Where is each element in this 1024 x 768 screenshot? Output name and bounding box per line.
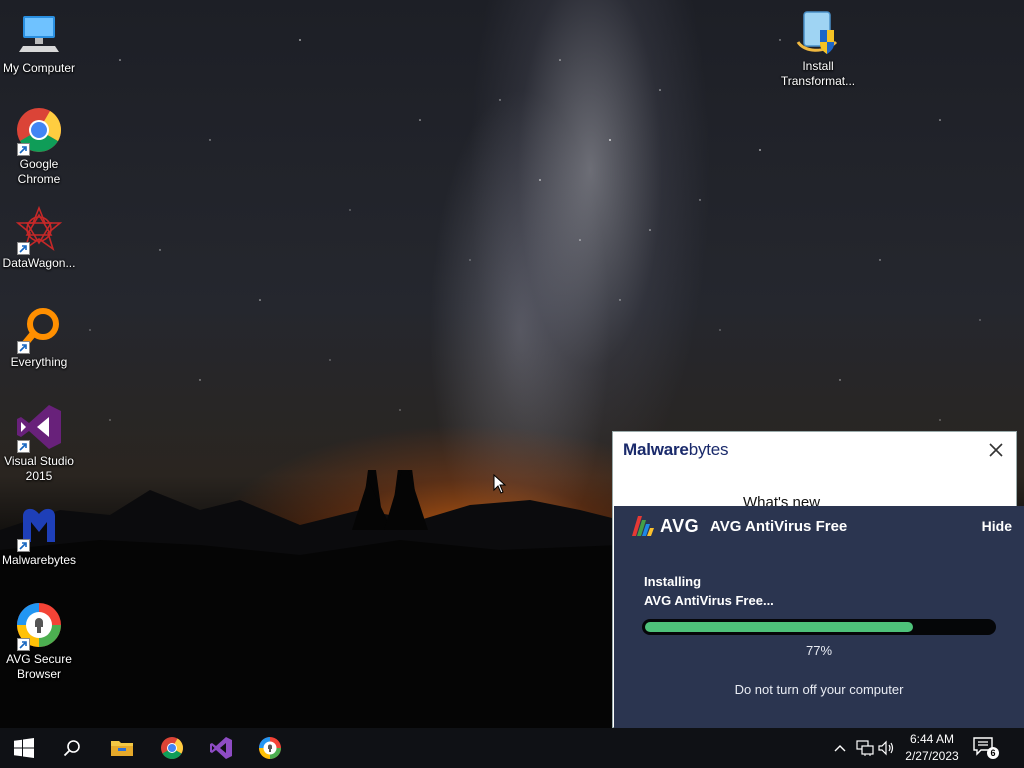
install-progress-fill <box>645 622 913 632</box>
desktop-icon-label: Malwarebytes <box>1 553 77 567</box>
malwarebytes-icon <box>15 502 63 552</box>
clock-date: 2/27/2023 <box>905 749 959 763</box>
shortcut-arrow-icon <box>17 143 30 156</box>
desktop-icon-label: Install Transformat... <box>780 59 856 88</box>
desktop-icon-datawagon[interactable]: DataWagon... <box>0 205 78 271</box>
desktop-icon-everything[interactable]: Everything <box>0 304 78 370</box>
everything-search-icon <box>15 304 63 354</box>
volume-icon[interactable] <box>877 738 897 758</box>
avg-header: AVG AVG AntiVirus Free Hide <box>614 506 1024 546</box>
installer-shield-icon <box>794 8 842 56</box>
avg-title: AVG AntiVirus Free <box>710 518 848 535</box>
mouse-cursor-icon <box>493 474 507 494</box>
install-status-line1: Installing <box>644 574 702 589</box>
desktop-icon-label: Everything <box>10 355 68 369</box>
desktop-icon-google-chrome[interactable]: Google Chrome <box>0 106 78 187</box>
chevron-up-icon[interactable] <box>830 738 850 758</box>
avg-installer-panel: AVG AVG AntiVirus Free Hide Installing A… <box>614 506 1024 728</box>
shortcut-arrow-icon <box>17 638 30 651</box>
desktop-icon-malwarebytes[interactable]: Malwarebytes <box>0 502 78 568</box>
action-center-icon[interactable]: 6 <box>972 736 1002 760</box>
install-status-line2: AVG AntiVirus Free... <box>644 593 774 608</box>
taskbar: 6:44 AM 2/27/2023 6 <box>0 728 1024 768</box>
taskbar-clock[interactable]: 6:44 AM 2/27/2023 <box>898 731 966 765</box>
chrome-icon[interactable] <box>148 728 196 768</box>
desktop-icon-install-transformation[interactable]: Install Transformat... <box>779 8 857 89</box>
desktop-icon-label: My Computer <box>2 61 76 75</box>
desktop-icon-label: Visual Studio 2015 <box>4 454 74 483</box>
avg-secure-browser-icon[interactable] <box>246 728 294 768</box>
windows-start-icon[interactable] <box>0 728 48 768</box>
network-icon[interactable] <box>855 738 875 758</box>
file-explorer-icon[interactable] <box>98 728 146 768</box>
desktop-icon-label: DataWagon... <box>2 256 76 270</box>
desktop-icon-label: AVG Secure Browser <box>6 652 72 681</box>
desktop-icon-visual-studio[interactable]: Visual Studio 2015 <box>0 403 78 484</box>
desktop-icon-label: Google Chrome <box>17 157 61 186</box>
install-warning-note: Do not turn off your computer <box>734 682 904 697</box>
clock-time: 6:44 AM <box>909 732 955 746</box>
chrome-icon <box>15 106 63 156</box>
visual-studio-icon[interactable] <box>197 728 245 768</box>
close-icon[interactable] <box>986 440 1006 460</box>
avg-logo-text: AVG <box>660 515 700 536</box>
shortcut-arrow-icon <box>17 539 30 552</box>
malwarebytes-logo: Malwarebytes <box>623 440 729 459</box>
search-icon[interactable] <box>48 728 96 768</box>
shortcut-arrow-icon <box>17 440 30 453</box>
install-progress-percent: 77% <box>805 643 833 658</box>
desktop-icon-avg-secure-browser[interactable]: AVG Secure Browser <box>0 601 78 682</box>
visual-studio-icon <box>15 403 63 453</box>
shortcut-arrow-icon <box>17 341 30 354</box>
notification-count-badge: 6 <box>987 747 999 759</box>
computer-icon <box>15 10 63 58</box>
avg-logo: AVG <box>630 514 699 538</box>
desktop-icon-my-computer[interactable]: My Computer <box>0 10 78 76</box>
malwarebytes-header: Malwarebytes <box>613 432 1016 468</box>
install-progress-bar <box>642 619 996 635</box>
avg-secure-browser-icon <box>15 601 63 651</box>
datawagon-icon <box>15 205 63 255</box>
avg-logo-icon <box>632 516 654 536</box>
shortcut-arrow-icon <box>17 242 30 255</box>
hide-button[interactable]: Hide <box>982 518 1012 534</box>
